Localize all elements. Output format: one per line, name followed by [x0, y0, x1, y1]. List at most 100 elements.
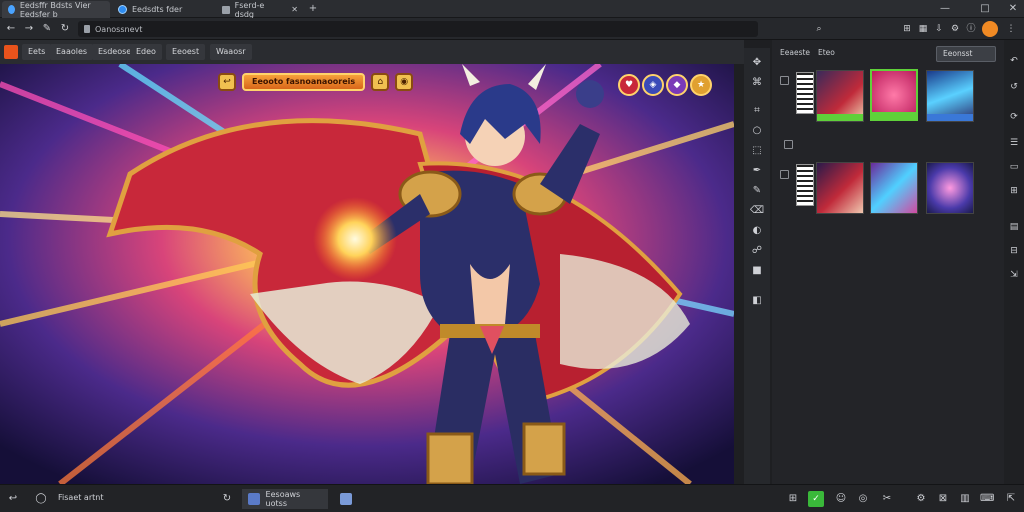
app-menu-bar: Eets Eaaoles Esdeoses Edeo Eeoest Waaosr [0, 40, 744, 64]
page-icon [222, 5, 230, 14]
qr-code [796, 164, 814, 206]
hud-heart-icon[interactable]: ♥ [618, 74, 640, 96]
asset-row-2 [772, 160, 1004, 216]
hud-coin-icon[interactable]: ◉ [395, 73, 414, 91]
browser-tab-3[interactable]: Fserd-e dsdg ✕ [216, 0, 304, 19]
asset-thumbnail-selected[interactable] [870, 69, 918, 121]
artwork-canvas[interactable] [0, 64, 734, 484]
edit-icon[interactable]: ✎ [40, 22, 54, 36]
chart-icon[interactable]: ▥ [958, 492, 972, 506]
download-icon[interactable]: ⇩ [932, 22, 946, 36]
tab-label: Eedsdts fder [132, 5, 183, 14]
status-label: Fisaet artnt [58, 493, 104, 502]
menu-item[interactable]: Eaaoles [50, 44, 94, 60]
settings-gear-icon[interactable]: ⚙ [914, 492, 928, 506]
globe-icon[interactable]: ◎ [856, 492, 870, 506]
asset-thumbnail[interactable] [870, 162, 918, 214]
bucket-tool-icon[interactable]: ◐ [748, 222, 766, 240]
export-icon[interactable]: ⇲ [1007, 268, 1021, 282]
app-icon [8, 5, 15, 14]
asset-thumbnail[interactable] [926, 70, 974, 122]
hud-shield-icon[interactable]: ◈ [642, 74, 664, 96]
tool-strip: ✥ ⌘ ⌗ ○ ⬚ ✒ ✎ ⌫ ◐ ☍ ■ ◧ [744, 48, 770, 484]
crop-tool-icon[interactable]: ⌗ [748, 102, 766, 120]
back-icon[interactable]: ↩ [6, 492, 20, 506]
profile-avatar[interactable] [982, 21, 998, 37]
lock-status-icon[interactable]: ⊠ [936, 492, 950, 506]
more-menu-icon[interactable]: ⋮ [1004, 22, 1018, 36]
search-icon[interactable]: ⌕ [812, 22, 826, 36]
adjust-icon[interactable]: ⊟ [1007, 244, 1021, 258]
menu-item[interactable]: Eets [22, 44, 52, 60]
swatch-tool-icon[interactable]: ■ [748, 262, 766, 280]
rotate-icon[interactable]: ⟳ [1007, 110, 1021, 124]
url-text: Oanossnevt [95, 24, 143, 34]
new-tab-button[interactable]: + [306, 2, 320, 16]
menu-item[interactable]: Eeoest [166, 44, 206, 60]
lasso-tool-icon[interactable]: ⌘ [748, 74, 766, 92]
close-tab-icon[interactable]: ✕ [291, 5, 298, 14]
frame-icon[interactable]: ▭ [1007, 160, 1021, 174]
sync-status-icon[interactable]: ✓ [808, 491, 824, 507]
anime-hero-illustration [0, 64, 734, 484]
collections-icon[interactable]: ▦ [916, 22, 930, 36]
hud-gem-icon[interactable]: ◆ [666, 74, 688, 96]
settings-icon[interactable]: ⚙ [948, 22, 962, 36]
browser-tab-1[interactable]: Eedsffr Bdsts Vier Eedsfer b [2, 1, 110, 19]
eraser-tool-icon[interactable]: ⌫ [748, 202, 766, 220]
chat-icon[interactable]: ◯ [34, 492, 48, 506]
row-checkbox[interactable] [780, 76, 789, 85]
clipboard-icon[interactable]: ▤ [1007, 220, 1021, 234]
hud-star-icon[interactable]: ★ [690, 74, 712, 96]
expand-icon[interactable]: ⇱ [1004, 492, 1018, 506]
keyboard-icon[interactable]: ⌨ [980, 492, 994, 506]
menu-item[interactable]: Edeo [130, 44, 162, 60]
back-arrow-icon[interactable]: ← [4, 22, 18, 36]
info-icon[interactable]: ⓘ [964, 22, 978, 36]
undo-icon[interactable]: ↺ [1007, 80, 1021, 94]
tools-icon[interactable]: ✂ [880, 492, 894, 506]
transform-tool-icon[interactable]: ⬚ [748, 142, 766, 160]
address-bar[interactable]: Oanossnevt [78, 21, 758, 37]
asset-thumbnail[interactable] [926, 162, 974, 214]
status-tab-active[interactable]: Eesoaws uotss [242, 489, 328, 509]
title-bar: Eedsffr Bdsts Vier Eedsfer b Eedsdts fde… [0, 0, 1024, 19]
close-window-button[interactable]: ✕ [1006, 2, 1020, 16]
forward-arrow-icon[interactable]: → [22, 22, 36, 36]
hud-title-badge[interactable]: Eeooto fasnoanaooreis [242, 73, 366, 91]
replay-icon[interactable]: ↻ [220, 492, 234, 506]
panel-action-button[interactable]: Eeonsst [936, 46, 996, 62]
hud-home-icon[interactable]: ⌂ [371, 73, 390, 91]
row-checkbox[interactable] [784, 140, 793, 149]
ellipse-tool-icon[interactable]: ○ [748, 122, 766, 140]
asset-thumbnail[interactable] [816, 162, 864, 214]
maximize-button[interactable]: □ [978, 2, 992, 16]
camera-tool-icon[interactable]: ◧ [748, 292, 766, 310]
pen-tool-icon[interactable]: ✒ [748, 162, 766, 180]
tab-label: Fserd-e dsdg [234, 0, 265, 19]
asset-row-empty [772, 132, 1004, 156]
lock-icon [84, 25, 90, 33]
brush-tool-icon[interactable]: ✎ [748, 182, 766, 200]
row-checkbox[interactable] [780, 170, 789, 179]
right-icon-strip: ↶ ↺ ⟳ ☰ ▭ ⊞ ▤ ⊟ ⇲ [1004, 40, 1024, 484]
extensions-icon[interactable]: ⊞ [900, 22, 914, 36]
smudge-tool-icon[interactable]: ☍ [748, 242, 766, 260]
panel-tab-edit[interactable]: Eteo [814, 46, 839, 60]
emoji-icon[interactable]: ☺ [834, 492, 848, 506]
image-icon [340, 493, 352, 505]
layers-icon[interactable]: ☰ [1007, 136, 1021, 150]
minimize-button[interactable]: — [938, 2, 952, 16]
panel-tab-assets[interactable]: Eeaeste [776, 46, 814, 60]
layout-icon[interactable]: ⊞ [786, 492, 800, 506]
refresh-icon[interactable]: ↻ [58, 22, 72, 36]
grid-icon[interactable]: ⊞ [1007, 184, 1021, 198]
asset-row-1 [772, 68, 1004, 124]
menu-item[interactable]: Waaosr [210, 44, 252, 60]
hud-back-button[interactable]: ↩ [218, 73, 236, 91]
status-tab-image[interactable] [334, 489, 358, 509]
move-tool-icon[interactable]: ✥ [748, 54, 766, 72]
browser-tab-2[interactable]: Eedsdts fder [112, 1, 208, 18]
asset-thumbnail[interactable] [816, 70, 864, 122]
history-icon[interactable]: ↶ [1007, 54, 1021, 68]
